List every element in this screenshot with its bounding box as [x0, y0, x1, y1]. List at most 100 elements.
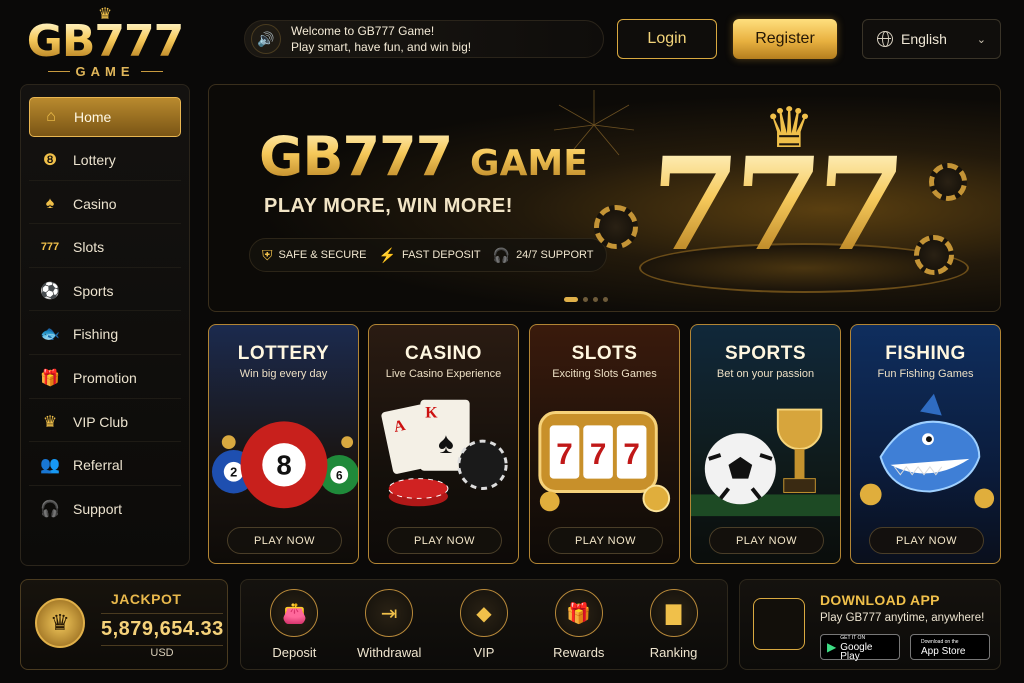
welcome-line-2: Play smart, have fun, and win big!	[291, 40, 472, 54]
sidebar-item-support[interactable]: 🎧 Support	[29, 489, 181, 529]
sidebar-item-casino[interactable]: ♠ Casino	[29, 184, 181, 225]
cards-icon: ♠	[45, 194, 55, 212]
deposit-button[interactable]: 👛 Deposit	[249, 589, 339, 660]
sidebar-item-home[interactable]: ⌂ Home	[29, 97, 181, 137]
language-label: English	[901, 31, 947, 47]
chevron-down-icon: ⌄	[976, 33, 986, 46]
play-now-button[interactable]: PLAY NOW	[869, 527, 984, 554]
hero-tagline: PLAY MORE, WIN MORE!	[264, 195, 513, 217]
headset-icon: 🎧	[492, 246, 511, 263]
app-store-button[interactable]: Download on the App Store	[910, 634, 990, 660]
jackpot-panel: ♛ JACKPOT 5,879,654.33 USD	[20, 579, 228, 670]
game-card-sports[interactable]: SPORTS Bet on your passion PLAY NOW	[690, 324, 841, 564]
play-now-button[interactable]: PLAY NOW	[709, 527, 824, 554]
language-select[interactable]: English ⌄	[862, 19, 1001, 59]
sidebar-item-label: Support	[73, 501, 123, 518]
sidebar-item-fishing[interactable]: 🐟 Fishing	[29, 315, 181, 355]
headset-icon: 🎧	[40, 501, 60, 519]
slot-machine-icon: 7 7 7	[538, 411, 671, 513]
google-play-button[interactable]: ▶ GET IT ON Google Play	[820, 634, 900, 661]
jackpot-crest-icon: ♛	[35, 598, 85, 648]
game-card-title: SLOTS	[571, 343, 638, 364]
diamond-icon: ◆	[459, 589, 508, 637]
login-button[interactable]: Login	[617, 19, 717, 59]
sidebar-item-slots[interactable]: 777 Slots	[29, 228, 181, 268]
game-card-subtitle: Exciting Slots Games	[552, 368, 657, 380]
google-play-icon: ▶	[827, 640, 837, 654]
rewards-button[interactable]: 🎁 Rewards	[534, 589, 624, 660]
jackpot-currency: USD	[150, 647, 174, 659]
download-app-panel: GB777 DOWNLOAD APP Play GB777 anytime, a…	[739, 579, 1001, 670]
svg-text:2: 2	[230, 465, 237, 480]
carousel-dot[interactable]	[564, 297, 578, 302]
carousel-dot[interactable]	[583, 297, 588, 302]
register-button[interactable]: Register	[733, 19, 837, 59]
wallet-out-icon: ⇥	[365, 589, 414, 637]
feature-support: 🎧 24/7 SUPPORT	[492, 246, 594, 263]
vip-button[interactable]: ◆ VIP	[439, 589, 529, 660]
sidebar-item-promotion[interactable]: 🎁 Promotion	[29, 359, 181, 399]
svg-text:♠: ♠	[438, 427, 454, 460]
sidebar-item-label: Promotion	[73, 370, 137, 387]
carousel-indicator[interactable]	[564, 297, 608, 302]
playing-cards-icon: A K ♠	[381, 399, 508, 507]
hero-777-art: 777	[643, 130, 904, 280]
sidebar-item-lottery[interactable]: ❽ Lottery	[29, 141, 181, 181]
speaker-icon[interactable]: 🔊	[251, 24, 281, 54]
quick-action-label: Deposit	[272, 645, 317, 660]
carousel-dot[interactable]	[593, 297, 598, 302]
brand-logo[interactable]: ♛ GB777 GAME	[20, 7, 190, 80]
hero-banner[interactable]: GB777 GAME PLAY MORE, WIN MORE! ⛨ SAFE & …	[208, 84, 1001, 312]
shield-icon: ⛨	[262, 246, 273, 263]
withdrawal-button[interactable]: ⇥ Withdrawal	[344, 589, 434, 660]
svg-text:K: K	[425, 404, 438, 421]
game-card-subtitle: Bet on your passion	[716, 368, 815, 380]
game-card-casino[interactable]: CASINO Live Casino Experience A K ♠ PLAY…	[368, 324, 519, 564]
play-now-button[interactable]: PLAY NOW	[387, 527, 502, 554]
svg-text:7: 7	[590, 438, 606, 471]
game-card-subtitle: Fun Fishing Games	[877, 368, 974, 380]
sidebar-item-referral[interactable]: 👥 Referral	[29, 446, 181, 486]
brand-name: GB777	[20, 20, 190, 64]
game-card-title: FISHING	[885, 343, 966, 364]
lightning-icon: ⚡	[378, 246, 396, 263]
game-card-lottery[interactable]: LOTTERY Win big every day 2 6 8 PLAY NOW	[208, 324, 359, 564]
game-card-subtitle: Win big every day	[239, 368, 328, 380]
quick-action-label: Ranking	[649, 645, 698, 660]
svg-text:7: 7	[623, 438, 639, 471]
casino-chip-icon	[914, 235, 954, 275]
globe-icon	[877, 31, 893, 47]
svg-text:7: 7	[556, 438, 572, 471]
shark-icon	[859, 393, 995, 509]
jackpot-label: JACKPOT	[111, 591, 182, 607]
sidebar-item-label: Referral	[73, 457, 123, 474]
app-logo: GB777	[753, 598, 805, 650]
game-card-fishing[interactable]: FISHING Fun Fishing Games PLAY NOW	[850, 324, 1001, 564]
sidebar-item-label: Fishing	[73, 326, 119, 343]
welcome-banner: 🔊 Welcome to GB777 Game! Play smart, hav…	[244, 20, 604, 58]
people-icon: 👥	[40, 457, 60, 475]
welcome-line-1: Welcome to GB777 Game!	[291, 24, 435, 38]
sidebar-item-sports[interactable]: ⚽ Sports	[29, 271, 181, 312]
feature-safe: ⛨ SAFE & SECURE	[262, 246, 367, 263]
play-now-button[interactable]: PLAY NOW	[548, 527, 663, 554]
slots-icon: 777	[40, 241, 60, 254]
game-card-title: LOTTERY	[237, 343, 330, 364]
quick-action-label: Rewards	[553, 645, 605, 660]
sidebar-item-label: VIP Club	[73, 413, 128, 430]
wallet-plus-icon: 👛	[270, 589, 319, 637]
lottery-balls-icon: 2 6 8	[211, 421, 358, 509]
casino-chip-icon	[594, 205, 638, 249]
sidebar-item-label: Casino	[73, 195, 117, 212]
play-now-button[interactable]: PLAY NOW	[227, 527, 342, 554]
soccer-ball-icon: ⚽	[40, 282, 60, 300]
crown-icon: ♛	[42, 413, 58, 431]
carousel-dot[interactable]	[603, 297, 608, 302]
home-icon: ⌂	[46, 108, 56, 125]
gift-icon: 🎁	[40, 370, 60, 388]
soccer-trophy-icon	[691, 408, 840, 517]
ranking-button[interactable]: ▇ Ranking	[629, 589, 719, 660]
game-card-slots[interactable]: SLOTS Exciting Slots Games 7 7 7 PLAY NO…	[529, 324, 680, 564]
sidebar-item-label: Slots	[73, 239, 105, 256]
sidebar-item-vip-club[interactable]: ♛ VIP Club	[29, 402, 181, 443]
